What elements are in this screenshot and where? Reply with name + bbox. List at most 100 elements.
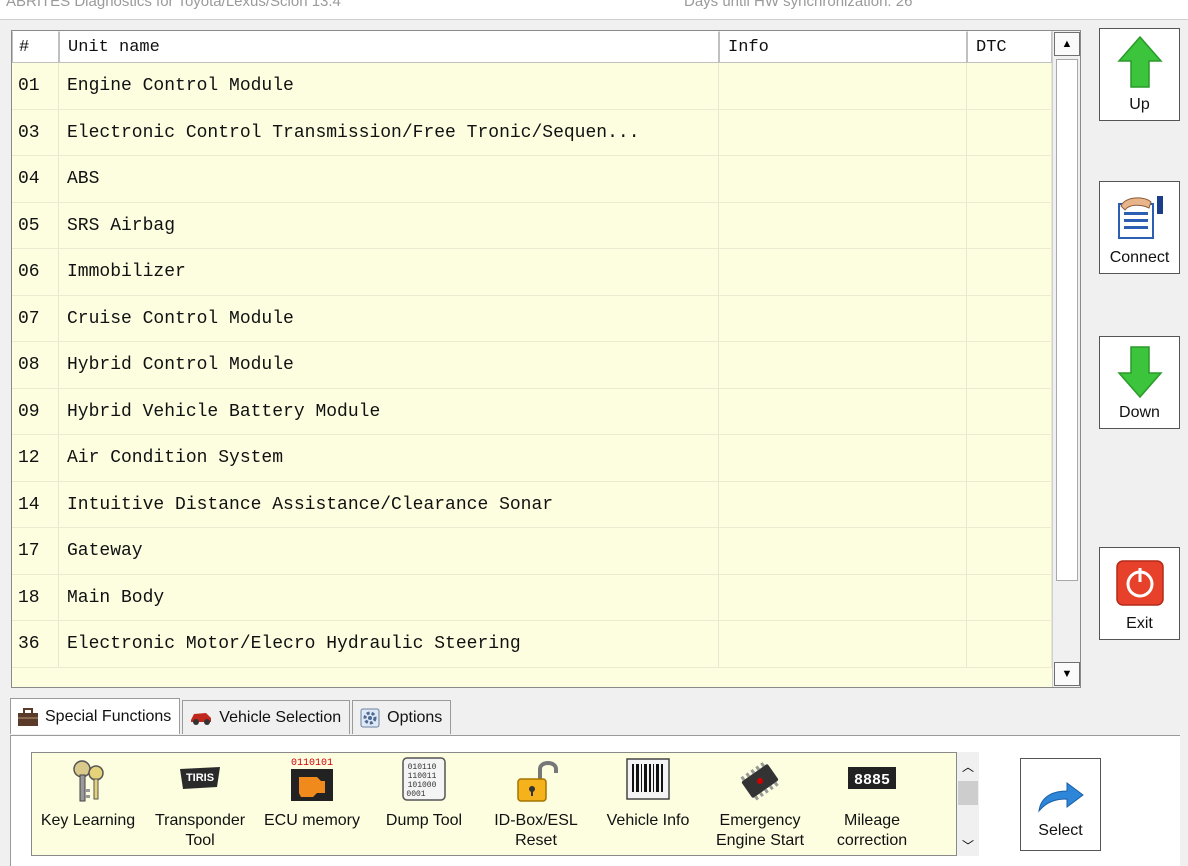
green-up-arrow-icon xyxy=(1116,35,1163,94)
function-transponder-tool-label: Transponder Tool xyxy=(154,812,246,849)
column-header-dtc[interactable]: DTC xyxy=(967,31,1052,63)
info-cell xyxy=(719,249,967,295)
scroll-down-chevron-icon[interactable]: ﹀ xyxy=(962,837,974,854)
row-number-cell: 03 xyxy=(12,109,59,155)
unit-name-cell: Air Condition System xyxy=(59,435,719,481)
blue-arrow-icon xyxy=(1037,781,1085,818)
special-functions-panel: Key Learning TIRIS Transponder Tool 0110… xyxy=(10,735,1180,866)
table-row[interactable]: 18 Main Body xyxy=(12,574,1052,621)
green-down-arrow-icon xyxy=(1116,345,1163,404)
ecu-memory-icon: 0110101 xyxy=(287,755,337,808)
dtc-cell xyxy=(967,202,1052,248)
column-header-info[interactable]: Info xyxy=(719,31,967,63)
table-row[interactable]: 12 Air Condition System xyxy=(12,435,1052,482)
function-vehicle-info-label: Vehicle Info xyxy=(606,812,690,829)
function-emergency-engine-start[interactable]: Emergency Engine Start xyxy=(704,753,816,855)
app-title: ABRITES Diagnostics for Toyota/Lexus/Sci… xyxy=(6,0,341,10)
hw-sync-status: Days until HW synchronization: 26 xyxy=(684,0,913,10)
column-header-unit-name[interactable]: Unit name xyxy=(59,31,719,63)
connect-button[interactable]: Connect xyxy=(1099,181,1180,274)
column-header-number[interactable]: # xyxy=(12,31,59,63)
dtc-cell xyxy=(967,574,1052,620)
function-dump-tool-label: Dump Tool xyxy=(385,812,463,829)
svg-text:010110: 010110 xyxy=(408,763,437,772)
select-button[interactable]: Select xyxy=(1020,758,1101,851)
scroll-up-chevron-icon[interactable]: ︿ xyxy=(962,758,974,775)
exit-button-label: Exit xyxy=(1126,615,1153,632)
function-ecu-memory[interactable]: 0110101 ECU memory xyxy=(256,753,368,855)
row-number-cell: 05 xyxy=(12,202,59,248)
unit-name-cell: ABS xyxy=(59,156,719,202)
function-id-box-esl-reset[interactable]: ID-Box/ESL Reset xyxy=(480,753,592,855)
scroll-thumb[interactable] xyxy=(1056,59,1078,581)
options-gear-icon xyxy=(359,707,381,729)
select-button-label: Select xyxy=(1038,822,1083,839)
function-scroll-thumb[interactable] xyxy=(958,781,978,805)
keys-icon xyxy=(68,759,108,810)
info-cell xyxy=(719,435,967,481)
info-cell xyxy=(719,388,967,434)
dtc-cell xyxy=(967,621,1052,667)
function-list-scrollbar[interactable]: ︿ ﹀ xyxy=(957,752,979,856)
table-row[interactable]: 09 Hybrid Vehicle Battery Module xyxy=(12,388,1052,435)
row-number-cell: 06 xyxy=(12,249,59,295)
tab-vehicle-selection-label: Vehicle Selection xyxy=(219,708,342,726)
function-mileage-correction[interactable]: 8885 Mileage correction xyxy=(816,753,928,855)
row-number-cell: 14 xyxy=(12,481,59,527)
function-dump-tool[interactable]: 010110 110011 101000 0001 Dump Tool xyxy=(368,753,480,855)
table-header: # Unit name Info DTC xyxy=(12,31,1052,63)
function-key-learning[interactable]: Key Learning xyxy=(32,753,144,855)
info-cell xyxy=(719,574,967,620)
power-exit-icon xyxy=(1115,560,1164,611)
table-row[interactable]: 08 Hybrid Control Module xyxy=(12,342,1052,389)
unit-name-cell: Hybrid Vehicle Battery Module xyxy=(59,388,719,434)
unit-name-cell: Engine Control Module xyxy=(59,63,719,109)
svg-text:TIRIS: TIRIS xyxy=(186,772,214,784)
info-cell xyxy=(719,63,967,109)
unit-name-cell: SRS Airbag xyxy=(59,202,719,248)
transponder-icon: TIRIS xyxy=(177,763,223,798)
info-cell xyxy=(719,295,967,341)
tab-vehicle-selection[interactable]: Vehicle Selection xyxy=(182,700,351,734)
table-row[interactable]: 03 Electronic Control Transmission/Free T… xyxy=(12,109,1052,156)
exit-button[interactable]: Exit xyxy=(1099,547,1180,640)
info-cell xyxy=(719,481,967,527)
unit-name-cell: Main Body xyxy=(59,574,719,620)
connect-button-label: Connect xyxy=(1109,249,1170,266)
tab-special-functions[interactable]: Special Functions xyxy=(10,698,181,734)
scroll-down-arrow-icon[interactable]: ▼ xyxy=(1054,662,1080,686)
function-transponder-tool[interactable]: TIRIS Transponder Tool xyxy=(144,753,256,855)
dtc-cell xyxy=(967,63,1052,109)
function-ecu-memory-label: ECU memory xyxy=(263,812,360,829)
down-button[interactable]: Down xyxy=(1099,336,1180,429)
dtc-cell xyxy=(967,388,1052,434)
table-row[interactable]: 36 Electronic Motor/Elecro Hydraulic Stee… xyxy=(12,621,1052,668)
scroll-up-arrow-icon[interactable]: ▲ xyxy=(1054,32,1080,56)
info-cell xyxy=(719,528,967,574)
barcode-icon xyxy=(625,757,671,806)
table-row[interactable]: 17 Gateway xyxy=(12,528,1052,575)
info-cell xyxy=(719,109,967,155)
table-row[interactable]: 14 Intuitive Distance Assistance/Clearanc… xyxy=(12,481,1052,528)
tab-options[interactable]: Options xyxy=(352,700,452,734)
row-number-cell: 36 xyxy=(12,621,59,667)
svg-text:0110101: 0110101 xyxy=(291,758,333,769)
function-vehicle-info[interactable]: Vehicle Info xyxy=(592,753,704,855)
table-scrollbar[interactable]: ▲ ▼ xyxy=(1052,31,1080,687)
connect-hand-document-icon xyxy=(1115,194,1165,245)
unit-name-cell: Gateway xyxy=(59,528,719,574)
table-row[interactable]: 04 ABS xyxy=(12,156,1052,203)
unit-name-cell: Cruise Control Module xyxy=(59,295,719,341)
svg-text:101000: 101000 xyxy=(408,781,437,790)
dtc-cell xyxy=(967,435,1052,481)
up-button[interactable]: Up xyxy=(1099,28,1180,121)
dtc-cell xyxy=(967,156,1052,202)
table-row[interactable]: 05 SRS Airbag xyxy=(12,202,1052,249)
row-number-cell: 04 xyxy=(12,156,59,202)
table-row[interactable]: 07 Cruise Control Module xyxy=(12,295,1052,342)
table-row[interactable]: 01 Engine Control Module xyxy=(12,63,1052,110)
table-row[interactable]: 06 Immobilizer xyxy=(12,249,1052,296)
table-body: 01 Engine Control Module 03 Electronic Cont… xyxy=(12,63,1052,687)
function-emergency-engine-start-label: Emergency Engine Start xyxy=(715,812,805,849)
down-button-label: Down xyxy=(1119,404,1160,421)
